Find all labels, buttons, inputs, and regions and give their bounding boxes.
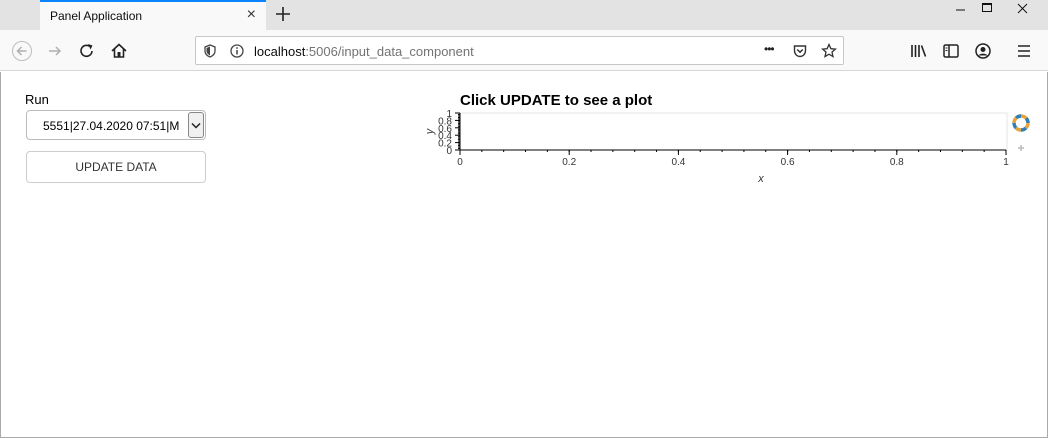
tab-strip: Panel Application ×: [0, 0, 1048, 30]
x-tick-label: 0: [457, 157, 463, 168]
update-data-button[interactable]: UPDATE DATA: [26, 151, 206, 183]
navigation-toolbar: localhost:5006/input_data_component •••: [0, 30, 1048, 71]
menu-icon[interactable]: [1014, 41, 1034, 61]
new-tab-icon[interactable]: [272, 3, 294, 25]
x-tick-label: 1: [1003, 157, 1009, 168]
y-tick-label: 1: [446, 109, 452, 120]
library-icon[interactable]: [909, 41, 929, 61]
x-axis-label: x: [757, 173, 764, 185]
x-tick-label: 0.2: [562, 157, 576, 168]
url-bar[interactable]: localhost:5006/input_data_component •••: [195, 36, 844, 65]
x-tick-label: 0.6: [781, 157, 795, 168]
url-path: :5006/input_data_component: [305, 44, 474, 59]
home-icon[interactable]: [109, 41, 129, 61]
shield-icon[interactable]: [202, 43, 218, 59]
x-tick-label: 0.8: [890, 157, 904, 168]
browser-tab[interactable]: Panel Application ×: [40, 0, 266, 30]
url-host: localhost: [254, 44, 306, 59]
x-tick-label: 0.4: [671, 157, 685, 168]
y-axis-label: y: [424, 127, 436, 135]
window-close-icon[interactable]: [1008, 0, 1038, 18]
reset-icon[interactable]: [1016, 143, 1026, 153]
forward-icon[interactable]: [45, 41, 65, 61]
run-label: Run: [25, 92, 49, 107]
close-tab-icon[interactable]: ×: [247, 7, 256, 23]
account-icon[interactable]: [973, 41, 993, 61]
tab-title: Panel Application: [50, 9, 143, 23]
run-select-value: 5551|27.04.2020 07:51|M: [43, 119, 180, 133]
info-icon[interactable]: [229, 43, 245, 59]
bookmark-star-icon[interactable]: [821, 43, 837, 59]
reload-icon[interactable]: [77, 41, 97, 61]
chevron-down-icon: [191, 122, 201, 129]
bokeh-logo-icon[interactable]: [1011, 113, 1031, 133]
url-text: localhost:5006/input_data_component: [254, 44, 474, 59]
select-dropdown-button[interactable]: [188, 112, 204, 138]
pocket-icon[interactable]: [792, 43, 808, 59]
run-select[interactable]: 5551|27.04.2020 07:51|M: [26, 110, 206, 140]
page-actions-icon[interactable]: •••: [764, 42, 775, 56]
plot-frame: [458, 112, 1008, 151]
back-icon[interactable]: [12, 41, 32, 61]
sidebar-icon[interactable]: [941, 41, 961, 61]
plot-area[interactable]: 0 0.2 0.4 0.6 0.8 100.20.40.60.81xy: [411, 108, 1023, 194]
plot-title: Click UPDATE to see a plot: [460, 92, 653, 109]
maximize-icon[interactable]: [972, 0, 1002, 18]
page-content: Run 5551|27.04.2020 07:51|M UPDATE DATA …: [0, 72, 1048, 438]
